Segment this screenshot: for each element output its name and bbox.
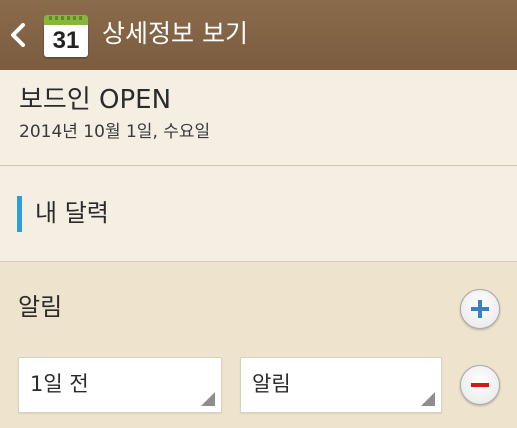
dropdown-corner-icon (421, 392, 435, 406)
back-button[interactable]: 31 (0, 0, 94, 70)
calendar-icon-day: 31 (52, 27, 80, 54)
chevron-left-icon (11, 23, 25, 47)
event-title: 보드인 OPEN (19, 85, 172, 115)
alarm-time-select[interactable]: 1일 전 (18, 357, 222, 413)
dropdown-corner-icon (201, 392, 215, 406)
alarm-type-value: 알림 (252, 372, 291, 396)
calendar-icon: 31 (44, 15, 88, 57)
minus-circle-icon (471, 383, 489, 387)
alarm-section: 알림 1일 전 알림 (0, 262, 517, 428)
alarm-time-value: 1일 전 (30, 372, 89, 396)
event-info: 보드인 OPEN 2014년 10월 1일, 수요일 (0, 70, 517, 166)
calendar-row: 내 달력 (0, 166, 517, 262)
action-bar: 31 상세정보 보기 (0, 0, 517, 70)
add-alarm-button[interactable] (460, 289, 500, 329)
alarm-type-select[interactable]: 알림 (240, 357, 442, 413)
calendar-name: 내 달력 (35, 199, 109, 227)
page-title: 상세정보 보기 (102, 19, 248, 48)
alarm-title: 알림 (18, 293, 63, 321)
remove-alarm-button[interactable] (460, 365, 500, 405)
calendar-color-indicator (17, 196, 22, 232)
event-date: 2014년 10월 1일, 수요일 (19, 122, 211, 142)
plus-circle-icon (471, 300, 489, 318)
